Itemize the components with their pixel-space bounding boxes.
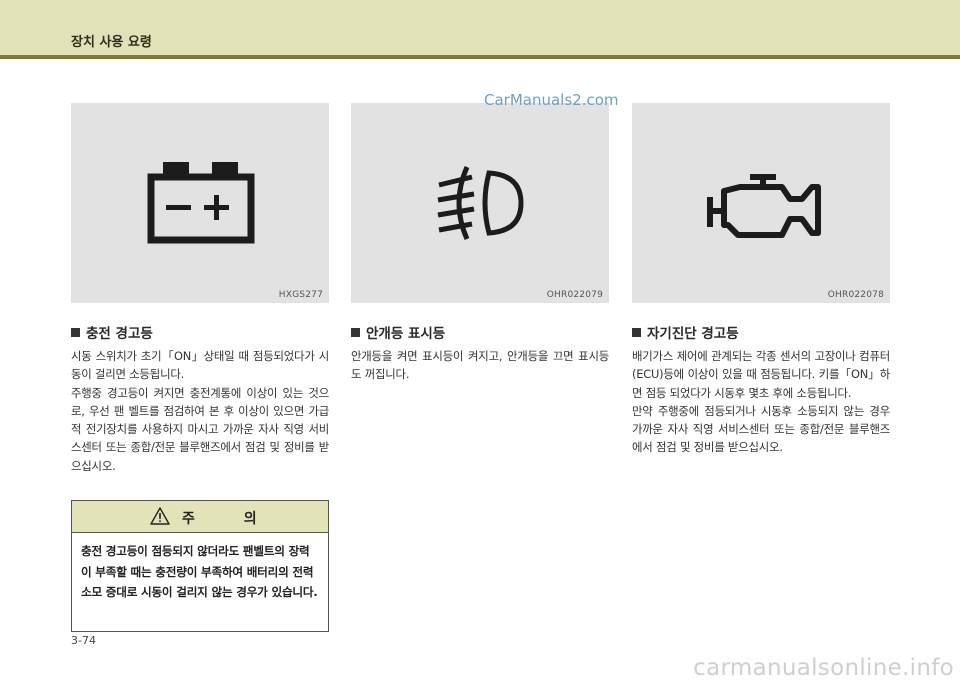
figure-code: HXGS277 (278, 290, 323, 300)
bullet-square (632, 328, 641, 337)
fog-indicator-text: 안개등을 켜면 표시등이 켜지고, 안개등을 끄면 표시등도 꺼집니다. (351, 347, 609, 384)
charging-warning-title: 충전 경고등 (71, 322, 153, 342)
paragraph: 안개등을 켜면 표시등이 켜지고, 안개등을 끄면 표시등도 꺼집니다. (351, 349, 609, 382)
warning-triangle-icon (150, 507, 170, 525)
bullet-square (71, 328, 80, 337)
caution-header: 주 의 (72, 501, 328, 533)
header-rule (0, 55, 960, 59)
fog-indicator-title: 안개등 표시등 (351, 322, 445, 342)
caution-box: 주 의 충전 경고등이 점등되지 않더라도 팬벨트의 장력이 부족할 때는 충전… (71, 500, 329, 632)
page-number: 3-74 (71, 634, 96, 647)
page-title: 장치 사용 요령 (71, 35, 152, 50)
self-diagnosis-title: 자기진단 경고등 (632, 322, 739, 342)
check-engine-panel: OHR022078 (632, 103, 890, 303)
watermark-carmanuals2: CarManuals2.com (484, 91, 619, 109)
figure-code: OHR022078 (827, 290, 884, 300)
caution-text: 충전 경고등이 점등되지 않더라도 팬벨트의 장력이 부족할 때는 충전량이 부… (81, 544, 318, 599)
charging-warning-text: 시동 스위치가 초기「ON」상태일 때 점등되었다가 시동이 걸리면 소등됩니다… (71, 347, 329, 475)
engine-check-icon (707, 174, 821, 238)
paragraph: 만약 주행중에 점등되거나 시동후 소등되지 않는 경우 가까운 자사 직영 서… (632, 403, 890, 455)
paragraph: 배기가스 제어에 관계되는 각종 센서의 고장이나 컴퓨터(ECU)등에 이상이… (632, 349, 890, 400)
figure-code: OHR022079 (546, 290, 603, 300)
self-diagnosis-text: 배기가스 제어에 관계되는 각종 센서의 고장이나 컴퓨터(ECU)등에 이상이… (632, 347, 890, 457)
fog-indicator-panel: OHR022079 (351, 103, 609, 303)
battery-warning-panel: HXGS277 (71, 103, 329, 303)
caution-label: 주 의 (182, 511, 279, 527)
paragraph: 주행중 경고등이 켜지면 충전계통에 이상이 있는 것으로, 우선 팬 벨트를 … (71, 385, 329, 473)
battery-icon (147, 162, 255, 244)
paragraph: 시동 스위치가 초기「ON」상태일 때 점등되었다가 시동이 걸리면 소등됩니다… (71, 349, 329, 382)
watermark-carmanualsonline: carmanualsonline.info (693, 655, 954, 681)
bullet-square (351, 328, 360, 337)
fog-light-icon (437, 165, 524, 241)
